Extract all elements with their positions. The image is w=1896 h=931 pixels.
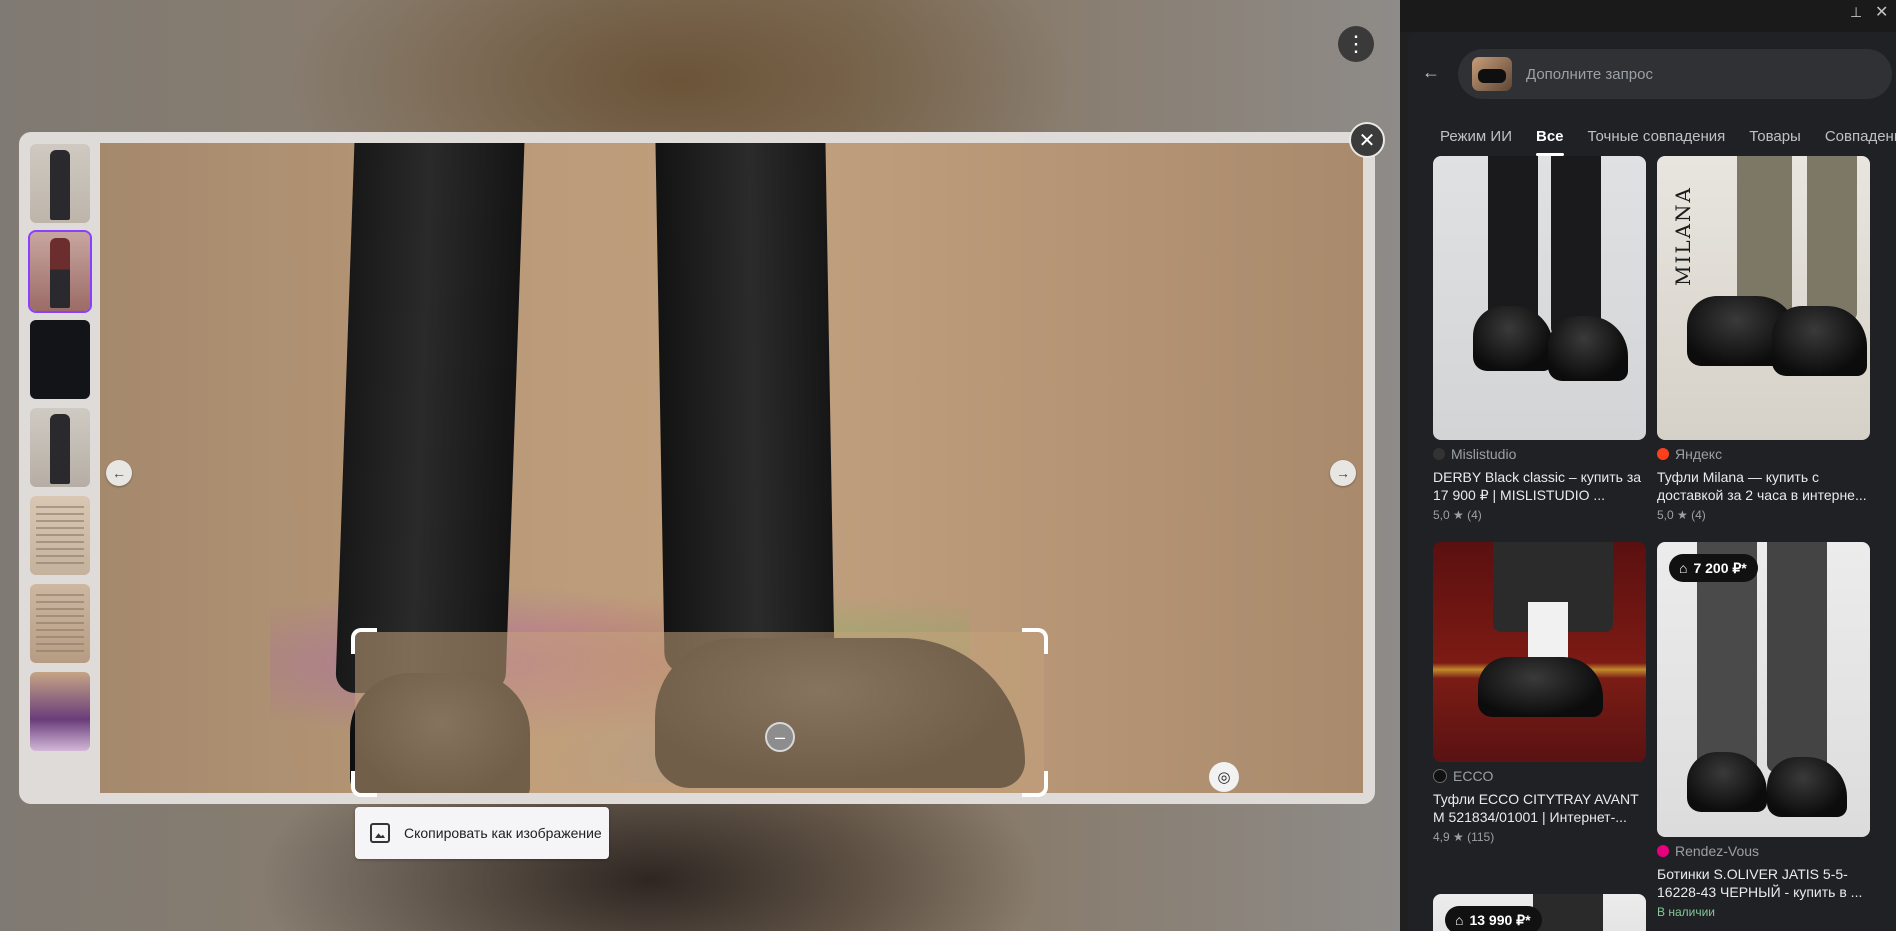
thumbnail-figure — [50, 150, 70, 220]
shoe-shape — [1473, 306, 1553, 371]
result-rating: 5,0 ★ (4) — [1433, 508, 1482, 522]
copy-as-image-button[interactable]: Скопировать как изображение — [355, 807, 609, 859]
result-tabs: Режим ИИ Все Точные совпадения Товары Со… — [1440, 124, 1896, 158]
panel-topbar: ⊥ ✕ — [1400, 0, 1896, 32]
copy-as-image-label: Скопировать как изображение — [404, 825, 602, 841]
result-rating: 4,9 ★ (115) — [1433, 830, 1495, 844]
arrow-left-icon: ← — [112, 465, 126, 481]
image-viewer-backdrop: ⋮ ← → – ✕ ◎ Скопировать как изображение — [0, 0, 1400, 931]
shoe-shape — [1772, 306, 1867, 376]
result-source: ECCO — [1433, 768, 1646, 784]
source-name: ECCO — [1453, 768, 1494, 784]
lens-side-panel: ⊥ ✕ ← Дополните запрос Режим ИИ Все Точн… — [1400, 0, 1896, 931]
thumbnail-6[interactable] — [30, 584, 90, 663]
trouser-right — [655, 143, 835, 673]
shoe-shape — [1548, 316, 1628, 381]
crop-corner-handle[interactable] — [351, 628, 377, 654]
image-brand-text: MILANA — [1671, 186, 1695, 287]
result-image[interactable] — [1433, 542, 1646, 762]
tab-matches[interactable]: Совпадения — [1813, 124, 1896, 158]
lens-icon: ◎ — [1217, 769, 1231, 786]
panel-body: ← Дополните запрос Режим ИИ Все Точные с… — [1408, 32, 1896, 931]
pant-shape — [1737, 156, 1792, 316]
result-image[interactable]: MILANA — [1657, 156, 1870, 440]
tab-ai-mode[interactable]: Режим ИИ — [1440, 124, 1524, 158]
result-source: Яндекс — [1657, 446, 1870, 462]
more-options-button[interactable]: ⋮ — [1338, 26, 1374, 62]
result-card[interactable]: ⌂ 13 990 ₽* — [1433, 894, 1646, 931]
result-source: Mislistudio — [1433, 446, 1646, 462]
source-name: Rendez-Vous — [1675, 843, 1760, 859]
minus-icon: – — [774, 726, 785, 747]
thumbnail-7[interactable] — [30, 672, 90, 751]
crop-corner-handle[interactable] — [1022, 771, 1048, 797]
thumbnail-1[interactable] — [30, 144, 90, 223]
crop-move-handle[interactable]: – — [765, 722, 795, 752]
pant-shape — [1488, 156, 1538, 326]
close-panel-icon[interactable]: ✕ — [1875, 2, 1888, 22]
result-card[interactable]: ECCO Туфли ECCO CITYTRAY AVANT M 521834/… — [1433, 542, 1646, 844]
result-title[interactable]: Туфли ECCO CITYTRAY AVANT M 521834/01001… — [1433, 790, 1646, 826]
thumbnail-doc — [36, 506, 84, 567]
crop-corner-handle[interactable] — [1022, 628, 1048, 654]
tab-exact-matches[interactable]: Точные совпадения — [1576, 124, 1738, 158]
prev-image-button[interactable]: ← — [106, 460, 132, 486]
image-icon — [370, 823, 390, 843]
result-image[interactable] — [1433, 156, 1646, 440]
query-image-thumbnail[interactable] — [1472, 57, 1512, 91]
shoe-shape — [1478, 657, 1603, 717]
thumbnail-figure — [50, 414, 70, 484]
source-name: Яндекс — [1675, 446, 1723, 462]
more-vert-icon: ⋮ — [1345, 31, 1367, 56]
thumbnail-strip — [28, 144, 92, 760]
thumbnail-2[interactable] — [28, 230, 92, 313]
thumbnail-doc — [36, 594, 84, 655]
back-arrow-icon[interactable]: ← — [1422, 62, 1440, 83]
thumbnail-4[interactable] — [30, 408, 90, 487]
site-favicon — [1433, 448, 1445, 460]
result-title[interactable]: Туфли Milana — купить с доставкой за 2 ч… — [1657, 468, 1870, 504]
tag-icon: ⌂ — [1455, 912, 1464, 928]
shoe-shape — [1767, 757, 1847, 817]
trouser-left — [335, 143, 525, 693]
crop-selection[interactable] — [351, 628, 1048, 797]
site-favicon — [1657, 448, 1669, 460]
pin-icon[interactable]: ⊥ — [1850, 4, 1862, 21]
thumbnail-5[interactable] — [30, 496, 90, 575]
result-image[interactable]: ⌂ 13 990 ₽* — [1433, 894, 1646, 931]
result-source: Rendez-Vous — [1657, 843, 1870, 859]
thumbnail-3[interactable] — [30, 320, 90, 399]
tab-all[interactable]: Все — [1524, 124, 1576, 158]
availability-status: В наличии — [1657, 905, 1716, 919]
next-image-button[interactable]: → — [1330, 460, 1356, 486]
close-icon: ✕ — [1358, 129, 1376, 152]
site-favicon — [1433, 769, 1447, 783]
search-placeholder: Дополните запрос — [1526, 65, 1653, 83]
lens-search-button[interactable]: ◎ — [1209, 762, 1239, 792]
pant-shape — [1767, 542, 1827, 772]
crop-corner-handle[interactable] — [351, 771, 377, 797]
result-card[interactable]: Mislistudio DERBY Black classic – купить… — [1433, 156, 1646, 522]
pant-shape — [1551, 156, 1601, 336]
search-input[interactable]: Дополните запрос — [1458, 49, 1892, 99]
source-name: Mislistudio — [1451, 446, 1517, 462]
thumbnail-figure — [50, 238, 70, 308]
tag-icon: ⌂ — [1679, 560, 1688, 576]
arrow-right-icon: → — [1336, 465, 1350, 481]
price-value: 13 990 ₽* — [1469, 911, 1531, 928]
pant-shape — [1533, 894, 1603, 931]
result-title[interactable]: Ботинки S.OLIVER JATIS 5-5-16228-43 ЧЕРН… — [1657, 865, 1870, 901]
price-tag: ⌂ 13 990 ₽* — [1445, 906, 1542, 931]
tab-products[interactable]: Товары — [1737, 124, 1813, 158]
close-viewer-button[interactable]: ✕ — [1349, 122, 1385, 158]
result-title[interactable]: DERBY Black classic – купить за 17 900 ₽… — [1433, 468, 1646, 504]
result-rating: 5,0 ★ (4) — [1657, 508, 1706, 522]
price-tag: ⌂ 7 200 ₽* — [1669, 554, 1758, 582]
result-card[interactable]: ⌂ 7 200 ₽* Rendez-Vous Ботинки S.OLIVER J… — [1657, 542, 1870, 919]
result-image[interactable]: ⌂ 7 200 ₽* — [1657, 542, 1870, 837]
result-card[interactable]: MILANA Яндекс Туфли Milana — купить с до… — [1657, 156, 1870, 522]
site-favicon — [1657, 845, 1669, 857]
price-value: 7 200 ₽* — [1693, 559, 1747, 576]
pant-shape — [1807, 156, 1857, 321]
